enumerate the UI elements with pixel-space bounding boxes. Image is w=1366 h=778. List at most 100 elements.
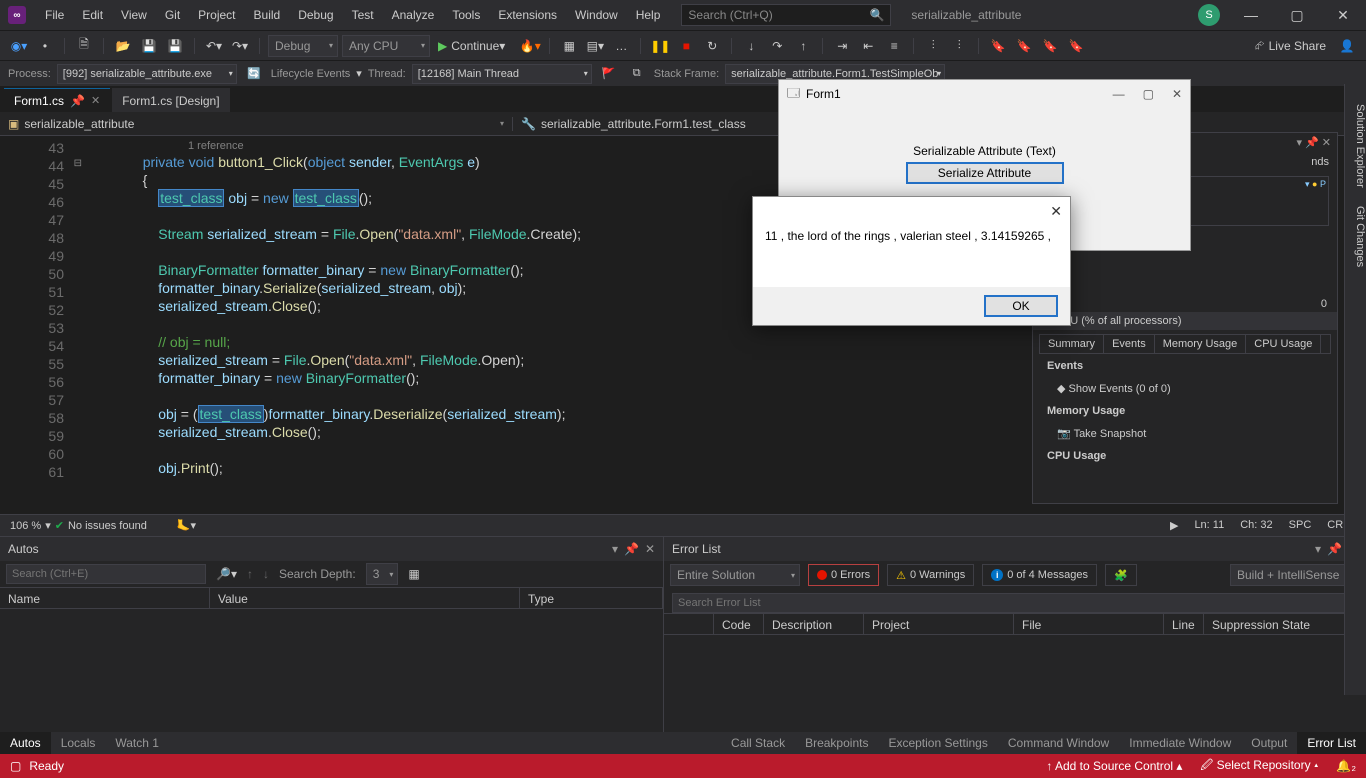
e2-icon[interactable]: ⫶ bbox=[948, 35, 970, 57]
tab-watch1[interactable]: Watch 1 bbox=[105, 732, 169, 754]
menu-extensions[interactable]: Extensions bbox=[489, 0, 566, 30]
redo-icon[interactable]: ↷▾ bbox=[229, 35, 251, 57]
diag-show-events[interactable]: ◆ Show Events (0 of 0) bbox=[1033, 378, 1337, 399]
menu-test[interactable]: Test bbox=[343, 0, 383, 30]
d3-icon[interactable]: ≡ bbox=[883, 35, 905, 57]
form1-max[interactable]: ▢ bbox=[1143, 87, 1154, 101]
continue-button[interactable]: ▶Continue ▾ bbox=[434, 35, 515, 57]
menu-debug[interactable]: Debug bbox=[289, 0, 342, 30]
pin-icon[interactable]: 📌 bbox=[70, 94, 85, 108]
tool-icon[interactable]: ▦ bbox=[408, 567, 419, 581]
filter-combo[interactable]: Build + IntelliSense bbox=[1230, 564, 1360, 586]
process-combo[interactable]: [992] serializable_attribute.exe bbox=[57, 64, 237, 84]
close-icon[interactable]: ✕ bbox=[645, 542, 655, 556]
icon-a[interactable]: ▦ bbox=[558, 35, 580, 57]
rail-solution-explorer[interactable]: Solution Explorer bbox=[1345, 104, 1366, 188]
tab-output[interactable]: Output bbox=[1241, 732, 1297, 754]
diag-tab-events[interactable]: Events bbox=[1104, 335, 1155, 353]
close-button[interactable]: ✕ bbox=[1328, 7, 1358, 24]
global-search[interactable]: Search (Ctrl+Q) 🔍 bbox=[681, 4, 891, 26]
pause-icon[interactable]: ❚❚ bbox=[649, 35, 671, 57]
open-icon[interactable]: 📂 bbox=[112, 35, 134, 57]
undo-icon[interactable]: ↶▾ bbox=[203, 35, 225, 57]
f1-icon[interactable]: 🔖 bbox=[987, 35, 1009, 57]
close-tab-icon[interactable]: ✕ bbox=[91, 94, 100, 107]
d1-icon[interactable]: ⇥ bbox=[831, 35, 853, 57]
up-icon[interactable]: ↑ bbox=[247, 567, 253, 581]
d2-icon[interactable]: ⇤ bbox=[857, 35, 879, 57]
menu-git[interactable]: Git bbox=[156, 0, 189, 30]
f4-icon[interactable]: 🔖 bbox=[1065, 35, 1087, 57]
diag-tab-summary[interactable]: Summary bbox=[1040, 335, 1104, 353]
warnings-pill[interactable]: ⚠0 Warnings bbox=[887, 564, 974, 586]
rail-git-changes[interactable]: Git Changes bbox=[1345, 206, 1366, 267]
dropdown-icon[interactable]: ▾ bbox=[612, 542, 618, 556]
nav-back-icon[interactable]: ◉▾ bbox=[8, 35, 30, 57]
menu-view[interactable]: View bbox=[112, 0, 156, 30]
cpu-section-header[interactable]: ▲ CPU (% of all processors) bbox=[1033, 312, 1337, 330]
menu-window[interactable]: Window bbox=[566, 0, 627, 30]
zoom-level[interactable]: 106 % bbox=[10, 520, 41, 532]
tab-exceptions[interactable]: Exception Settings bbox=[878, 732, 997, 754]
f3-icon[interactable]: 🔖 bbox=[1039, 35, 1061, 57]
menu-project[interactable]: Project bbox=[189, 0, 244, 30]
hot-reload-icon[interactable]: 🔥▾ bbox=[519, 35, 541, 57]
errorlist-search[interactable] bbox=[672, 593, 1358, 613]
platform-combo[interactable]: Any CPU bbox=[342, 35, 430, 57]
threads-icon[interactable]: ⧉ bbox=[626, 63, 648, 85]
menu-tools[interactable]: Tools bbox=[443, 0, 489, 30]
admin-icon[interactable]: 👤 bbox=[1336, 35, 1358, 57]
new-project-icon[interactable]: 🗎 bbox=[73, 35, 95, 57]
minimize-button[interactable]: — bbox=[1236, 7, 1266, 23]
tab-autos[interactable]: Autos bbox=[0, 732, 51, 754]
restart-icon[interactable]: ↻ bbox=[701, 35, 723, 57]
save-all-icon[interactable]: 💾 bbox=[164, 35, 186, 57]
menu-edit[interactable]: Edit bbox=[73, 0, 112, 30]
scope-combo[interactable]: Entire Solution bbox=[670, 564, 800, 586]
maximize-button[interactable]: ▢ bbox=[1282, 7, 1312, 24]
e1-icon[interactable]: ⫶ bbox=[922, 35, 944, 57]
tab-breakpoints[interactable]: Breakpoints bbox=[795, 732, 878, 754]
lifecycle-icon[interactable]: 🔄 bbox=[243, 63, 265, 85]
avatar[interactable]: S bbox=[1198, 4, 1220, 26]
flag-icon[interactable]: 🚩 bbox=[598, 63, 620, 85]
errors-pill[interactable]: 0 Errors bbox=[808, 564, 879, 586]
select-repository[interactable]: 🖉 Select Repository ▴ bbox=[1200, 756, 1318, 777]
diag-tab-memory[interactable]: Memory Usage bbox=[1155, 335, 1247, 353]
filter-icon-pill[interactable]: 🧩 bbox=[1105, 564, 1137, 586]
save-icon[interactable]: 💾 bbox=[138, 35, 160, 57]
tab-errorlist[interactable]: Error List bbox=[1297, 732, 1366, 754]
menu-build[interactable]: Build bbox=[245, 0, 290, 30]
serialize-button[interactable]: Serialize Attribute bbox=[906, 162, 1064, 184]
pin-icon[interactable]: 📌 bbox=[624, 542, 639, 556]
tab-locals[interactable]: Locals bbox=[51, 732, 106, 754]
autos-search-input[interactable] bbox=[6, 564, 206, 584]
notifications-icon[interactable]: 🔔₂ bbox=[1336, 759, 1356, 773]
tab-form1-cs[interactable]: Form1.cs📌✕ bbox=[4, 88, 110, 112]
nav-fwd-icon[interactable]: • bbox=[34, 35, 56, 57]
form1-min[interactable]: — bbox=[1113, 87, 1125, 101]
icon-c[interactable]: … bbox=[610, 35, 632, 57]
messages-pill[interactable]: i0 of 4 Messages bbox=[982, 564, 1097, 586]
menu-file[interactable]: File bbox=[36, 0, 73, 30]
live-share-button[interactable]: ⮳ Live Share bbox=[1249, 38, 1332, 53]
add-source-control[interactable]: ↑ Add to Source Control ▴ bbox=[1046, 759, 1182, 773]
step-into-icon[interactable]: ↓ bbox=[740, 35, 762, 57]
form1-close[interactable]: ✕ bbox=[1172, 87, 1182, 101]
msgbox-close[interactable]: ✕ bbox=[1050, 203, 1062, 220]
step-over-icon[interactable]: ↷ bbox=[766, 35, 788, 57]
msgbox-ok-button[interactable]: OK bbox=[984, 295, 1058, 317]
config-combo[interactable]: Debug bbox=[268, 35, 338, 57]
tab-form1-design[interactable]: Form1.cs [Design] bbox=[112, 88, 229, 112]
nav-project[interactable]: ▣serializable_attribute bbox=[0, 117, 513, 131]
diag-tab-cpu[interactable]: CPU Usage bbox=[1246, 335, 1321, 353]
step-out-icon[interactable]: ↑ bbox=[792, 35, 814, 57]
diag-snapshot[interactable]: 📷 Take Snapshot bbox=[1033, 423, 1337, 444]
stop-icon[interactable]: ■ bbox=[675, 35, 697, 57]
down-icon[interactable]: ↓ bbox=[263, 567, 269, 581]
search-icon[interactable]: 🔎▾ bbox=[216, 567, 237, 581]
menu-analyze[interactable]: Analyze bbox=[383, 0, 444, 30]
depth-combo[interactable]: 3 bbox=[366, 563, 399, 585]
tab-command[interactable]: Command Window bbox=[998, 732, 1119, 754]
f2-icon[interactable]: 🔖 bbox=[1013, 35, 1035, 57]
